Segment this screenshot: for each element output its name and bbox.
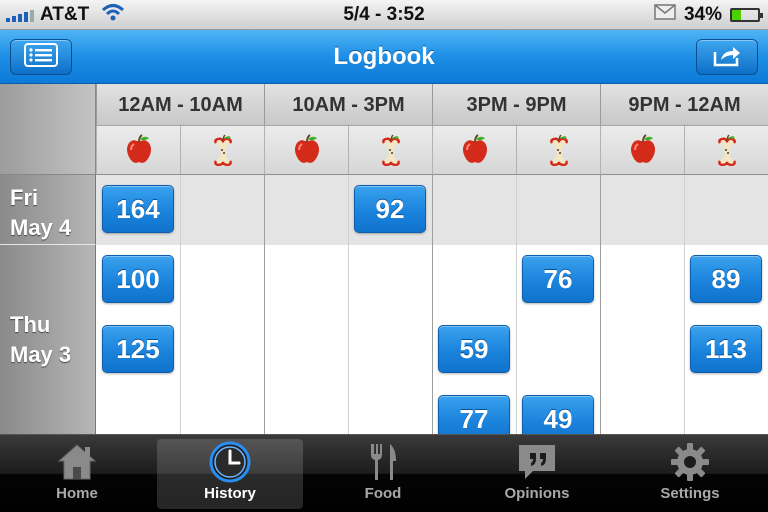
grid-divider xyxy=(180,175,181,434)
tab-label: Settings xyxy=(660,485,720,502)
day-label-weekday: Thu xyxy=(10,311,51,337)
grid-divider xyxy=(348,175,349,434)
grid-divider xyxy=(600,175,601,434)
tab-label: Home xyxy=(56,485,98,502)
day-label-date: May 3 xyxy=(10,341,72,367)
glucose-reading[interactable]: 89 xyxy=(690,255,762,303)
apple-icon xyxy=(96,126,180,175)
grid-divider xyxy=(432,175,433,434)
mail-icon xyxy=(654,3,676,26)
share-button[interactable] xyxy=(696,39,758,75)
tab-label: History xyxy=(204,485,256,502)
apple-core-icon xyxy=(516,126,600,175)
tab-label: Opinions xyxy=(504,485,570,502)
grid-divider xyxy=(684,175,685,434)
tab-settings[interactable]: Settings xyxy=(617,439,763,509)
grid-divider xyxy=(516,175,517,434)
glucose-reading[interactable]: 125 xyxy=(102,325,174,373)
home-icon xyxy=(4,439,150,485)
glucose-reading[interactable]: 76 xyxy=(522,255,594,303)
glucose-reading[interactable]: 113 xyxy=(690,325,762,373)
apple-core-icon xyxy=(348,126,432,175)
glucose-reading[interactable]: 59 xyxy=(438,325,510,373)
day-label-thu: Thu May 3 xyxy=(0,245,96,434)
period-header-night: 9PM - 12AM xyxy=(600,84,768,126)
glucose-reading[interactable]: 92 xyxy=(354,185,426,233)
glucose-reading[interactable]: 100 xyxy=(102,255,174,303)
grid-divider xyxy=(264,175,265,434)
apple-core-icon xyxy=(180,126,264,175)
tab-opinions[interactable]: Opinions xyxy=(464,439,610,509)
tab-label: Food xyxy=(364,485,402,502)
apple-core-icon xyxy=(684,126,768,175)
tab-history[interactable]: History xyxy=(157,439,303,509)
apple-icon xyxy=(432,126,516,175)
period-header-early: 12AM - 10AM xyxy=(96,84,264,126)
day-label-weekday: Fri xyxy=(10,185,39,210)
fork-knife-icon xyxy=(310,439,456,485)
page-title: Logbook xyxy=(333,43,435,70)
tab-bar: Home History Food Opinions Settings xyxy=(0,434,768,512)
nav-bar: Logbook xyxy=(0,30,768,84)
glucose-reading[interactable]: 49 xyxy=(522,395,594,434)
menu-button[interactable] xyxy=(10,39,72,75)
glucose-reading[interactable]: 164 xyxy=(102,185,174,233)
tab-home[interactable]: Home xyxy=(4,439,150,509)
status-bar: AT&T 5/4 - 3:52 34% xyxy=(0,0,768,30)
battery-percent: 34% xyxy=(683,3,722,25)
tab-food[interactable]: Food xyxy=(310,439,456,509)
battery-icon xyxy=(730,7,763,22)
quote-bubble-icon xyxy=(464,439,610,485)
period-header-midday: 10AM - 3PM xyxy=(264,84,432,126)
grid-corner xyxy=(0,84,96,175)
gear-icon xyxy=(617,439,763,485)
period-header-afternoon: 3PM - 9PM xyxy=(432,84,600,126)
glucose-reading[interactable]: 77 xyxy=(438,395,510,434)
day-label-fri: Fri May 4 xyxy=(0,175,96,245)
logbook-grid: 12AM - 10AM 10AM - 3PM 3PM - 9PM 9PM - 1… xyxy=(0,84,768,434)
day-label-date: May 4 xyxy=(10,215,72,240)
apple-icon xyxy=(600,126,684,175)
list-icon xyxy=(24,42,58,72)
clock-icon xyxy=(157,439,303,485)
share-icon xyxy=(711,43,743,72)
status-time: 5/4 - 3:52 xyxy=(343,3,425,25)
apple-icon xyxy=(264,126,348,175)
